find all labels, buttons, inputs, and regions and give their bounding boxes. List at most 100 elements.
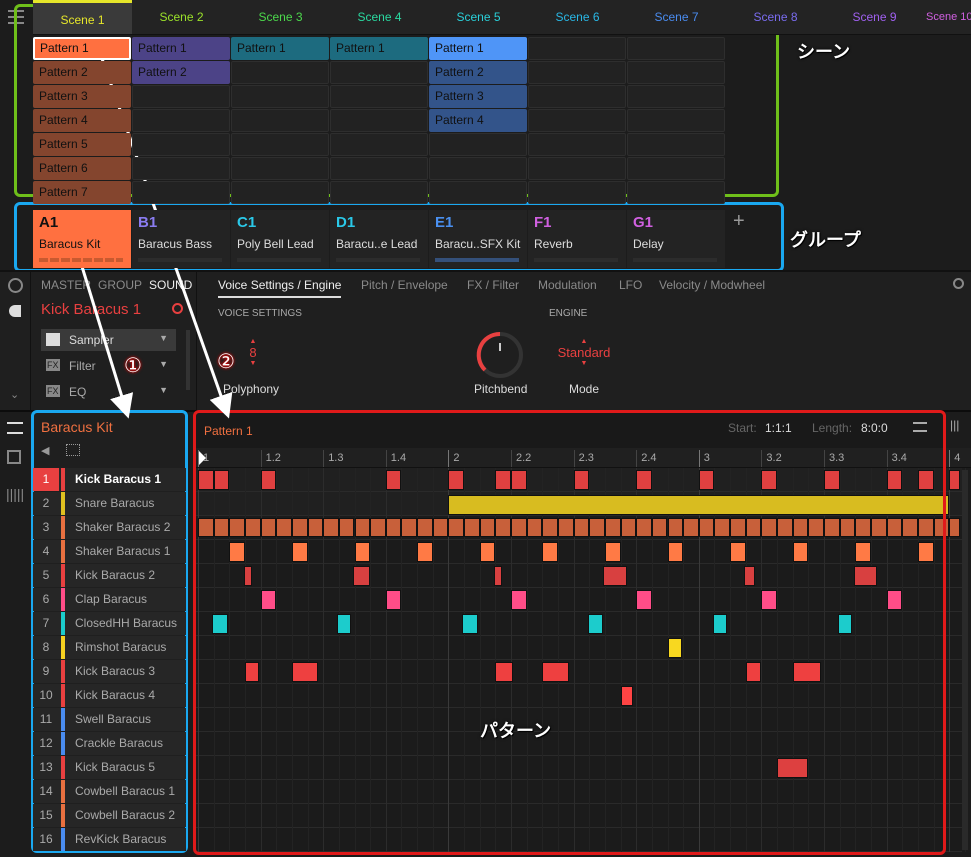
- pattern-cell[interactable]: Pattern 7: [33, 181, 131, 204]
- empty-pattern-slot[interactable]: [528, 133, 626, 156]
- scene-tab[interactable]: Scene 9: [825, 0, 924, 35]
- group-g1[interactable]: G1 Delay: [627, 210, 725, 268]
- sound-row[interactable]: 9 Kick Baracus 3: [33, 660, 186, 683]
- sound-row[interactable]: 10 Kick Baracus 4: [33, 684, 186, 707]
- empty-pattern-slot[interactable]: [330, 181, 428, 204]
- chevron-down-icon[interactable]: ⌄: [10, 388, 19, 401]
- search-icon[interactable]: [172, 303, 183, 314]
- pattern-cell[interactable]: Pattern 4: [33, 109, 131, 132]
- group-c1[interactable]: C1 Poly Bell Lead: [231, 210, 329, 268]
- empty-pattern-slot[interactable]: [528, 61, 626, 84]
- pattern-cell[interactable]: Pattern 5: [33, 133, 131, 156]
- empty-pattern-slot[interactable]: [429, 181, 527, 204]
- sound-row[interactable]: 12 Crackle Baracus: [33, 732, 186, 755]
- empty-pattern-slot[interactable]: [132, 85, 230, 108]
- pattern-cell[interactable]: Pattern 6: [33, 157, 131, 180]
- sound-row[interactable]: 3 Shaker Baracus 2: [33, 516, 186, 539]
- param-tab[interactable]: Pitch / Envelope: [361, 278, 448, 292]
- pattern-cell[interactable]: Pattern 2: [132, 61, 230, 84]
- scene-tab[interactable]: Scene 6: [528, 0, 627, 35]
- sound-row[interactable]: 6 Clap Baracus: [33, 588, 186, 611]
- scene-tab[interactable]: Scene 1: [33, 0, 132, 35]
- empty-pattern-slot[interactable]: [132, 157, 230, 180]
- empty-pattern-slot[interactable]: [528, 157, 626, 180]
- dropdown-arrow-icon[interactable]: ▼: [159, 333, 168, 343]
- sound-row[interactable]: 11 Swell Baracus: [33, 708, 186, 731]
- pattern-cell[interactable]: Pattern 2: [33, 61, 131, 84]
- empty-pattern-slot[interactable]: [231, 109, 329, 132]
- waveform-icon[interactable]: |||||: [6, 486, 24, 502]
- pattern-cell[interactable]: Pattern 1: [33, 37, 131, 60]
- empty-pattern-slot[interactable]: [627, 133, 725, 156]
- group-e1[interactable]: E1 Baracu..SFX Kit: [429, 210, 527, 268]
- empty-pattern-slot[interactable]: [627, 85, 725, 108]
- tab-sound[interactable]: SOUND: [149, 278, 192, 292]
- empty-pattern-slot[interactable]: [528, 37, 626, 60]
- empty-pattern-slot[interactable]: [429, 157, 527, 180]
- pattern-cell[interactable]: Pattern 2: [429, 61, 527, 84]
- vertical-zoom-icon[interactable]: |||: [950, 418, 959, 432]
- group-f1[interactable]: F1 Reverb: [528, 210, 626, 268]
- scene-tab[interactable]: Scene 2: [132, 0, 231, 35]
- list-view-icon[interactable]: [7, 450, 21, 464]
- note-event[interactable]: [949, 470, 960, 490]
- sound-row[interactable]: 16 RevKick Baracus: [33, 828, 186, 851]
- param-tab[interactable]: LFO: [619, 278, 642, 292]
- empty-pattern-slot[interactable]: [330, 109, 428, 132]
- dropdown-arrow-icon[interactable]: ▼: [159, 359, 168, 369]
- sound-row[interactable]: 2 Snare Baracus: [33, 492, 186, 515]
- empty-pattern-slot[interactable]: [627, 157, 725, 180]
- scene-tab[interactable]: Scene 5: [429, 0, 528, 35]
- empty-pattern-slot[interactable]: [231, 85, 329, 108]
- empty-pattern-slot[interactable]: [330, 85, 428, 108]
- module-scrollbar[interactable]: [186, 330, 190, 390]
- empty-pattern-slot[interactable]: [132, 181, 230, 204]
- empty-pattern-slot[interactable]: [132, 109, 230, 132]
- empty-pattern-slot[interactable]: [330, 157, 428, 180]
- empty-pattern-slot[interactable]: [132, 133, 230, 156]
- empty-pattern-slot[interactable]: [231, 61, 329, 84]
- empty-pattern-slot[interactable]: [330, 61, 428, 84]
- pattern-cell[interactable]: Pattern 1: [231, 37, 329, 60]
- sound-row[interactable]: 1 Kick Baracus 1: [33, 468, 186, 491]
- scene-tab[interactable]: Scene 10: [924, 0, 971, 35]
- mode-selector[interactable]: ▲ Standard ▼: [552, 338, 616, 367]
- note-event[interactable]: [949, 518, 960, 537]
- empty-pattern-slot[interactable]: [330, 133, 428, 156]
- polyphony-stepper[interactable]: ▲ 8 ▼: [246, 338, 260, 367]
- sound-row[interactable]: 13 Kick Baracus 5: [33, 756, 186, 779]
- module-eq[interactable]: FX EQ ▼: [41, 381, 176, 403]
- scene-tab[interactable]: Scene 4: [330, 0, 429, 35]
- module-filter[interactable]: FX Filter ▼: [41, 355, 176, 377]
- sound-row[interactable]: 14 Cowbell Baracus 1: [33, 780, 186, 803]
- empty-pattern-slot[interactable]: [627, 61, 725, 84]
- dropdown-arrow-icon[interactable]: ▼: [159, 385, 168, 395]
- sound-row[interactable]: 7 ClosedHH Baracus: [33, 612, 186, 635]
- param-tab[interactable]: Modulation: [538, 278, 597, 292]
- pattern-cell[interactable]: Pattern 4: [429, 109, 527, 132]
- empty-pattern-slot[interactable]: [528, 181, 626, 204]
- group-d1[interactable]: D1 Baracu..e Lead: [330, 210, 428, 268]
- pattern-cell[interactable]: Pattern 3: [429, 85, 527, 108]
- empty-pattern-slot[interactable]: [528, 109, 626, 132]
- empty-pattern-slot[interactable]: [528, 85, 626, 108]
- empty-pattern-slot[interactable]: [627, 37, 725, 60]
- pattern-cell[interactable]: Pattern 3: [33, 85, 131, 108]
- empty-pattern-slot[interactable]: [627, 181, 725, 204]
- scene-tab[interactable]: Scene 7: [627, 0, 726, 35]
- pattern-cell[interactable]: Pattern 1: [132, 37, 230, 60]
- scene-tab[interactable]: Scene 3: [231, 0, 330, 35]
- pattern-view-icon[interactable]: [7, 422, 23, 434]
- param-tab[interactable]: Voice Settings / Engine: [218, 278, 342, 298]
- scene-tab[interactable]: Scene 8: [726, 0, 825, 35]
- pitchbend-knob[interactable]: [475, 330, 525, 380]
- pattern-cell[interactable]: Pattern 1: [330, 37, 428, 60]
- param-search-icon[interactable]: [953, 278, 964, 289]
- module-sampler[interactable]: Sampler ▼: [41, 329, 176, 351]
- empty-pattern-slot[interactable]: [429, 133, 527, 156]
- gauge-icon[interactable]: [8, 278, 23, 293]
- sound-row[interactable]: 15 Cowbell Baracus 2: [33, 804, 186, 827]
- tab-master[interactable]: MASTER: [41, 278, 91, 292]
- empty-pattern-slot[interactable]: [231, 157, 329, 180]
- sound-row[interactable]: 8 Rimshot Baracus: [33, 636, 186, 659]
